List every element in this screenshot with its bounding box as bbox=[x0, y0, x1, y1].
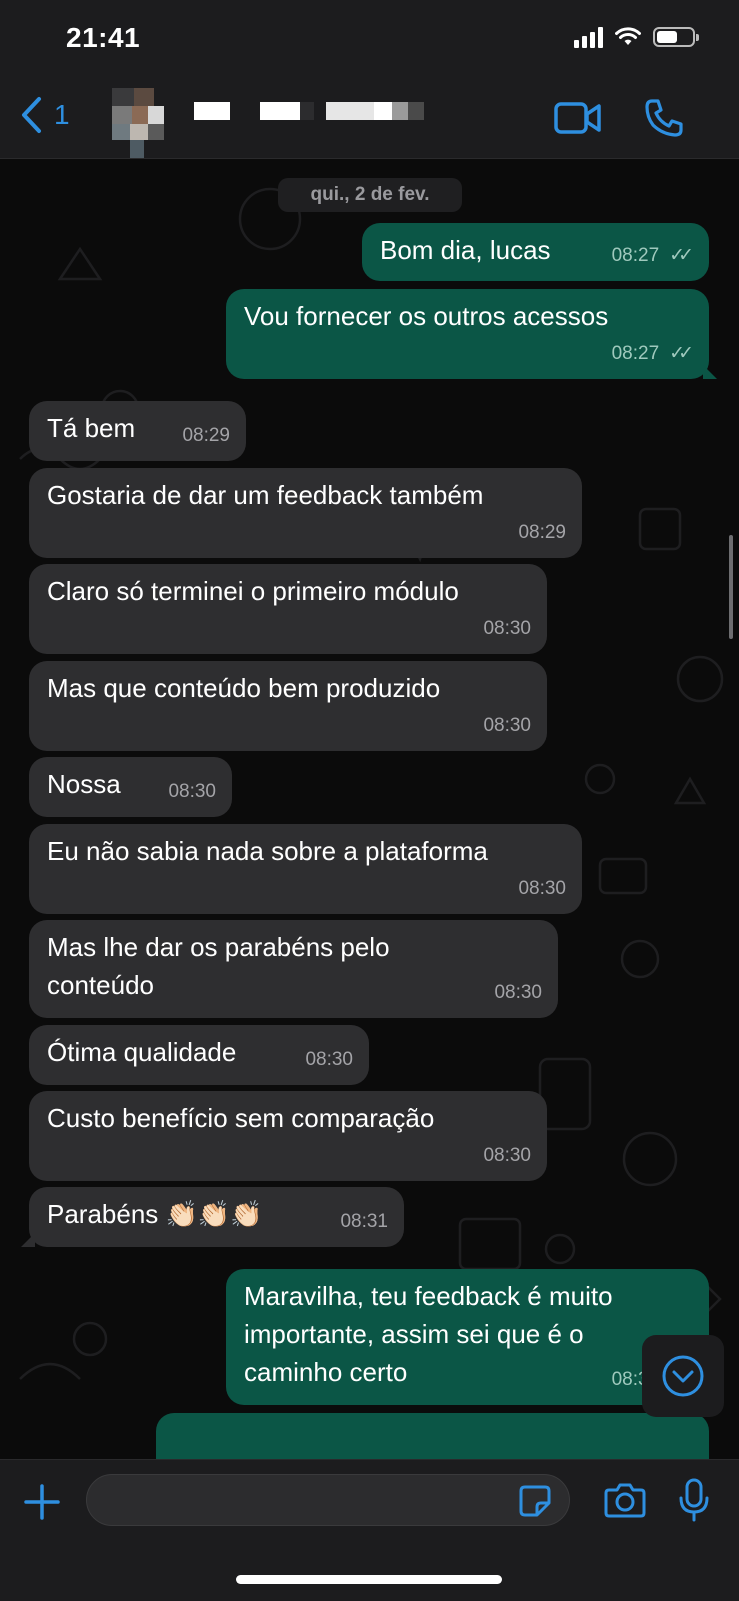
chevron-left-icon bbox=[22, 97, 41, 133]
back-unread-count: 1 bbox=[54, 99, 70, 130]
wifi-icon bbox=[615, 27, 641, 45]
plus-icon bbox=[24, 1484, 60, 1520]
status-icons bbox=[574, 26, 699, 48]
read-receipt-icon: ✓✓ bbox=[669, 245, 694, 266]
message-text: Maravilha, teu feedback é muito importan… bbox=[244, 1281, 613, 1387]
cellular-signal-icon bbox=[574, 26, 603, 48]
message-bubble-incoming[interactable]: Mas lhe dar os parabéns pelo conteúdo 08… bbox=[29, 920, 558, 1018]
attach-button[interactable] bbox=[22, 1482, 62, 1527]
message-bubble-incoming[interactable]: Ótima qualidade 08:30 bbox=[29, 1025, 369, 1085]
message-text: Mas que conteúdo bem produzido bbox=[47, 673, 441, 703]
message-time: 08:27 bbox=[611, 245, 660, 266]
message-time: 08:30 bbox=[494, 982, 542, 1003]
message-bubble-incoming[interactable]: Tá bem 08:29 bbox=[29, 401, 246, 461]
message-meta: 08:30 bbox=[483, 610, 531, 648]
message-text: Eu não sabia nada sobre a plataforma bbox=[47, 836, 488, 866]
message-bubble-incoming[interactable]: Parabéns 👏🏻👏🏻👏🏻 08:31 bbox=[21, 1187, 404, 1247]
video-camera-icon bbox=[554, 102, 601, 134]
phone-icon bbox=[645, 99, 683, 137]
status-bar: 21:41 bbox=[0, 0, 739, 82]
message-bubble-outgoing[interactable]: Maravilha, teu feedback é muito importan… bbox=[226, 1269, 709, 1405]
message-time: 08:30 bbox=[483, 1145, 531, 1166]
message-text: Parabéns 👏🏻👏🏻👏🏻 bbox=[47, 1199, 263, 1229]
message-bubble-incoming[interactable]: Mas que conteúdo bem produzido 08:30 bbox=[29, 661, 547, 751]
bubble-tail bbox=[703, 365, 717, 379]
home-indicator[interactable] bbox=[236, 1575, 502, 1584]
microphone-icon bbox=[679, 1478, 709, 1522]
camera-icon bbox=[604, 1483, 646, 1518]
message-meta: 08:30 bbox=[168, 773, 216, 811]
message-bubble-incoming[interactable]: Claro só terminei o primeiro módulo 08:3… bbox=[29, 564, 547, 654]
video-call-button[interactable] bbox=[554, 100, 602, 141]
message-meta: 08:30 bbox=[483, 1137, 531, 1175]
message-time: 08:30 bbox=[483, 618, 531, 639]
contact-name-redacted bbox=[194, 102, 424, 120]
message-time: 08:30 bbox=[168, 781, 216, 802]
date-separator: qui., 2 de fev. bbox=[278, 178, 462, 212]
message-time: 08:30 bbox=[518, 878, 566, 899]
message-meta: 08:30 bbox=[305, 1041, 353, 1079]
message-meta: 08:29 bbox=[518, 514, 566, 552]
sticker-icon bbox=[519, 1485, 551, 1517]
message-time: 08:29 bbox=[182, 425, 230, 446]
message-time: 08:30 bbox=[483, 715, 531, 736]
message-bubble-outgoing[interactable]: Bom dia, lucas 08:27 ✓✓ bbox=[362, 223, 709, 281]
contact-info[interactable] bbox=[112, 82, 424, 158]
message-meta: 08:30 bbox=[494, 974, 542, 1012]
chat-area[interactable]: qui., 2 de fev. Bom dia, lucas 08:27 ✓✓ … bbox=[0, 159, 739, 1459]
message-bubble-outgoing-partial[interactable] bbox=[156, 1413, 709, 1459]
message-bubble-incoming[interactable]: Custo benefício sem comparação 08:30 bbox=[29, 1091, 547, 1181]
message-time: 08:30 bbox=[305, 1049, 353, 1070]
message-bubble-incoming[interactable]: Nossa 08:30 bbox=[29, 757, 232, 817]
bubble-tail bbox=[21, 1233, 35, 1247]
message-text: Mas lhe dar os parabéns pelo conteúdo bbox=[47, 932, 390, 1000]
voice-call-button[interactable] bbox=[644, 98, 684, 143]
back-button[interactable]: 1 bbox=[20, 96, 70, 134]
message-input-bar bbox=[0, 1459, 739, 1601]
message-meta: 08:27 ✓✓ bbox=[611, 237, 694, 275]
message-meta: 08:29 bbox=[182, 417, 230, 455]
message-text: Gostaria de dar um feedback também bbox=[47, 480, 484, 510]
message-bubble-incoming[interactable]: Eu não sabia nada sobre a plataforma 08:… bbox=[29, 824, 582, 914]
read-receipt-icon: ✓✓ bbox=[669, 343, 694, 364]
message-meta: 08:31 bbox=[340, 1203, 388, 1241]
chat-header: 1 bbox=[0, 82, 739, 159]
sticker-button[interactable] bbox=[518, 1484, 552, 1523]
message-meta: 08:30 bbox=[518, 870, 566, 908]
battery-icon bbox=[653, 27, 699, 47]
message-text: Custo benefício sem comparação bbox=[47, 1103, 435, 1133]
message-bubble-outgoing[interactable]: Vou fornecer os outros acessos 08:27 ✓✓ bbox=[226, 289, 717, 379]
message-meta: 08:27 ✓✓ bbox=[611, 335, 694, 373]
voice-message-button[interactable] bbox=[678, 1478, 710, 1527]
message-meta: 08:30 bbox=[483, 707, 531, 745]
message-input[interactable] bbox=[86, 1474, 570, 1526]
camera-button[interactable] bbox=[604, 1482, 646, 1523]
message-time: 08:27 bbox=[611, 343, 660, 364]
chevron-down-circle-icon bbox=[662, 1355, 704, 1397]
message-text: Claro só terminei o primeiro módulo bbox=[47, 576, 459, 606]
message-time: 08:31 bbox=[340, 1211, 388, 1232]
avatar bbox=[112, 88, 182, 158]
status-time: 21:41 bbox=[66, 22, 141, 53]
message-time: 08:29 bbox=[518, 522, 566, 543]
scroll-indicator[interactable] bbox=[729, 535, 733, 639]
scroll-to-bottom-button[interactable] bbox=[642, 1335, 724, 1417]
message-bubble-incoming[interactable]: Gostaria de dar um feedback também 08:29 bbox=[29, 468, 582, 558]
message-text: Vou fornecer os outros acessos bbox=[244, 301, 609, 331]
